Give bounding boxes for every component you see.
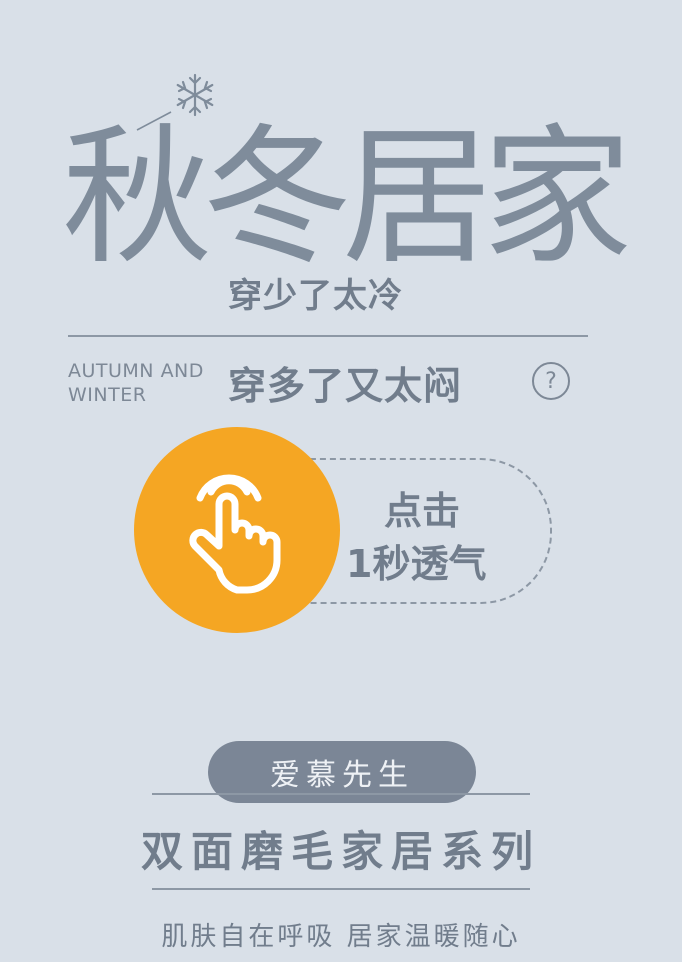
subtitle-too-stuffy: 穿多了又太闷 (228, 364, 463, 408)
product-series-title: 双面磨毛家居系列 (140, 827, 541, 876)
question-mark-icon: ? (532, 362, 570, 400)
english-caption-line1: AUTUMN AND (68, 360, 204, 382)
breathe-click-button[interactable] (134, 427, 340, 633)
action-label-breathe: 1秒透气 (346, 542, 487, 586)
action-label-click: 点击 (384, 489, 461, 533)
divider-middle (152, 793, 530, 795)
english-caption-line2: WINTER (68, 384, 147, 406)
product-tagline: 肌肤自在呼吸 居家温暖随心 (161, 922, 521, 952)
hand-pointer-icon (189, 474, 281, 594)
subtitle-too-cold: 穿少了太冷 (228, 276, 403, 316)
divider-bottom (152, 888, 530, 890)
divider-top (68, 335, 588, 337)
